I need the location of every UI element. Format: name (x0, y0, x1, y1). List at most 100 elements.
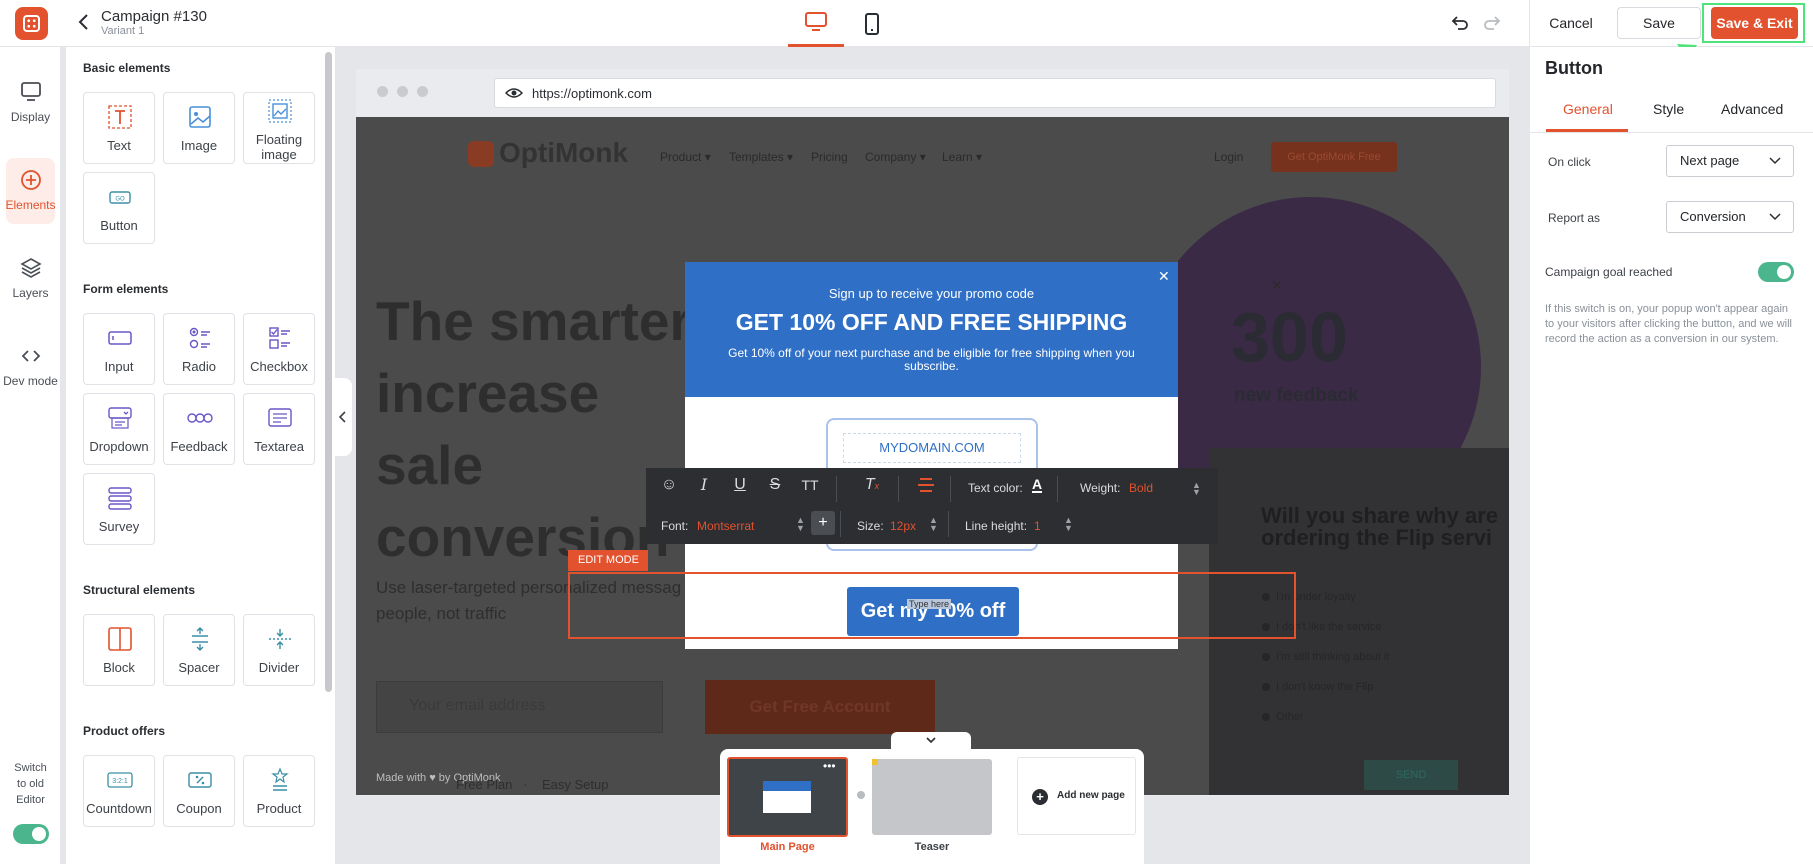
text-color-icon[interactable]: A (1032, 477, 1043, 493)
checkbox-icon (269, 327, 290, 349)
add-icon: + (1032, 789, 1048, 805)
back-arrow-icon[interactable] (74, 12, 94, 32)
rail-elements[interactable]: Elements (0, 158, 61, 224)
redo-icon[interactable] (1482, 13, 1502, 33)
survey-icon (108, 487, 132, 510)
optimonk-logo[interactable] (15, 7, 48, 40)
chevron-down-icon (926, 737, 936, 744)
size-select[interactable]: 12px (890, 519, 916, 533)
on-click-select[interactable]: Next page (1666, 145, 1794, 177)
survey-option: I'm still thinking about it (1261, 651, 1390, 663)
site-nav-templates: Templates ▾ (729, 150, 794, 164)
add-font-button[interactable]: + (811, 511, 835, 535)
pages-strip-toggle[interactable] (891, 732, 971, 750)
window-dot (377, 86, 388, 97)
cancel-button[interactable]: Cancel (1540, 8, 1602, 38)
element-block[interactable]: Block (83, 614, 155, 686)
add-page-button[interactable]: + Add new page (1017, 757, 1136, 835)
goal-reached-toggle[interactable] (1758, 262, 1794, 282)
element-text[interactable]: Text (83, 92, 155, 164)
popup-close-icon[interactable]: ✕ (1158, 268, 1170, 285)
tile-label: Textarea (254, 439, 304, 454)
save-button[interactable]: Save (1617, 7, 1701, 39)
weight-select[interactable]: Bold (1129, 481, 1153, 495)
textarea-icon (268, 408, 292, 427)
page-thumb-teaser[interactable] (872, 759, 992, 835)
element-textarea[interactable]: Textarea (243, 393, 315, 465)
tile-label: Survey (98, 519, 140, 534)
close-icon: ✕ (1271, 277, 1283, 293)
tile-label: Product (256, 801, 302, 816)
on-click-label: On click (1548, 155, 1591, 169)
type-here-placeholder[interactable]: Type here (907, 599, 952, 609)
site-logo-text: OptiMonk (499, 137, 629, 168)
element-feedback[interactable]: Feedback (163, 393, 235, 465)
variant-name: Variant 1 (101, 25, 145, 37)
emoji-icon[interactable]: ☺ (658, 474, 680, 496)
desktop-preview-tab[interactable] (788, 0, 844, 47)
section-offers-title: Product offers (83, 724, 166, 738)
code-icon (21, 350, 40, 362)
site-nav-product: Product ▾ (660, 150, 711, 164)
element-button[interactable]: GO Button (83, 172, 155, 244)
goal-help-text: If this switch is on, your popup won't a… (1545, 303, 1793, 345)
rail-label: Display (10, 110, 51, 124)
button-element-icon: GO (109, 191, 131, 204)
element-image[interactable]: Image (163, 92, 235, 164)
save-exit-button[interactable]: Save & Exit (1711, 7, 1798, 39)
add-page-label: Add new page (1057, 790, 1125, 801)
domain-text: MYDOMAIN.COM (843, 433, 1021, 463)
rail-dev-mode[interactable]: Dev mode (0, 344, 61, 388)
popup-title[interactable]: GET 10% OFF AND FREE SHIPPING (685, 309, 1178, 336)
chevron-down-icon (1769, 157, 1781, 165)
element-divider[interactable]: Divider (243, 614, 315, 686)
element-countdown[interactable]: 3:2:1 Countdown (83, 755, 155, 827)
popup-description[interactable]: Get 10% off of your next purchase and be… (715, 347, 1148, 373)
element-floating-image[interactable]: Floating image (243, 92, 315, 164)
element-radio[interactable]: Radio (163, 313, 235, 385)
report-as-select[interactable]: Conversion (1666, 201, 1794, 233)
undo-icon[interactable] (1450, 13, 1470, 33)
tab-advanced[interactable]: Advanced (1721, 101, 1783, 117)
site-logo-icon (468, 141, 494, 167)
tile-label: Feedback (170, 439, 228, 454)
text-transform-icon[interactable]: TT (799, 474, 821, 496)
section-form-title: Form elements (83, 282, 169, 296)
element-spacer[interactable]: Spacer (163, 614, 235, 686)
line-height-select[interactable]: 1 (1034, 519, 1041, 533)
element-checkbox[interactable]: Checkbox (243, 313, 315, 385)
rail-layers[interactable]: Layers (0, 256, 61, 300)
rail-display[interactable]: Display (0, 80, 61, 124)
popup-intro[interactable]: Sign up to receive your promo code (685, 286, 1178, 301)
svg-text:GO: GO (115, 197, 125, 203)
align-icon[interactable] (916, 476, 936, 494)
underline-icon[interactable]: U (729, 474, 751, 496)
text-color-label: Text color: (968, 481, 1023, 495)
url-bar[interactable]: https://optimonk.com (494, 78, 1496, 108)
italic-icon[interactable]: I (693, 474, 715, 496)
desktop-icon (805, 12, 827, 31)
site-nav-company: Company ▾ (865, 150, 926, 164)
tab-style[interactable]: Style (1653, 101, 1684, 117)
element-dropdown[interactable]: Dropdown (83, 393, 155, 465)
tab-general[interactable]: General (1563, 101, 1613, 117)
size-label: Size: (857, 519, 884, 533)
font-select[interactable]: Montserrat (697, 519, 754, 533)
panel-scrollbar[interactable] (323, 47, 335, 864)
strikethrough-icon[interactable]: S (764, 474, 786, 496)
element-coupon[interactable]: Coupon (163, 755, 235, 827)
tile-label: Image (180, 138, 218, 153)
site-free-account-button: Get Free Account (705, 680, 935, 734)
feedback-count: 300 (1231, 298, 1348, 376)
collapse-panel-handle[interactable] (335, 378, 352, 456)
element-survey[interactable]: Survey (83, 473, 155, 545)
element-product[interactable]: Product (243, 755, 315, 827)
page-options-icon[interactable]: ••• (823, 759, 836, 773)
popup-cta-button[interactable]: Get my 10% off (847, 587, 1019, 636)
report-as-value: Conversion (1680, 209, 1746, 224)
popup-header[interactable]: Sign up to receive your promo code GET 1… (685, 262, 1178, 397)
clear-format-icon[interactable]: Tx (861, 474, 883, 496)
mobile-preview-icon[interactable] (860, 12, 884, 36)
old-editor-toggle[interactable] (13, 824, 49, 844)
element-input[interactable]: Input (83, 313, 155, 385)
